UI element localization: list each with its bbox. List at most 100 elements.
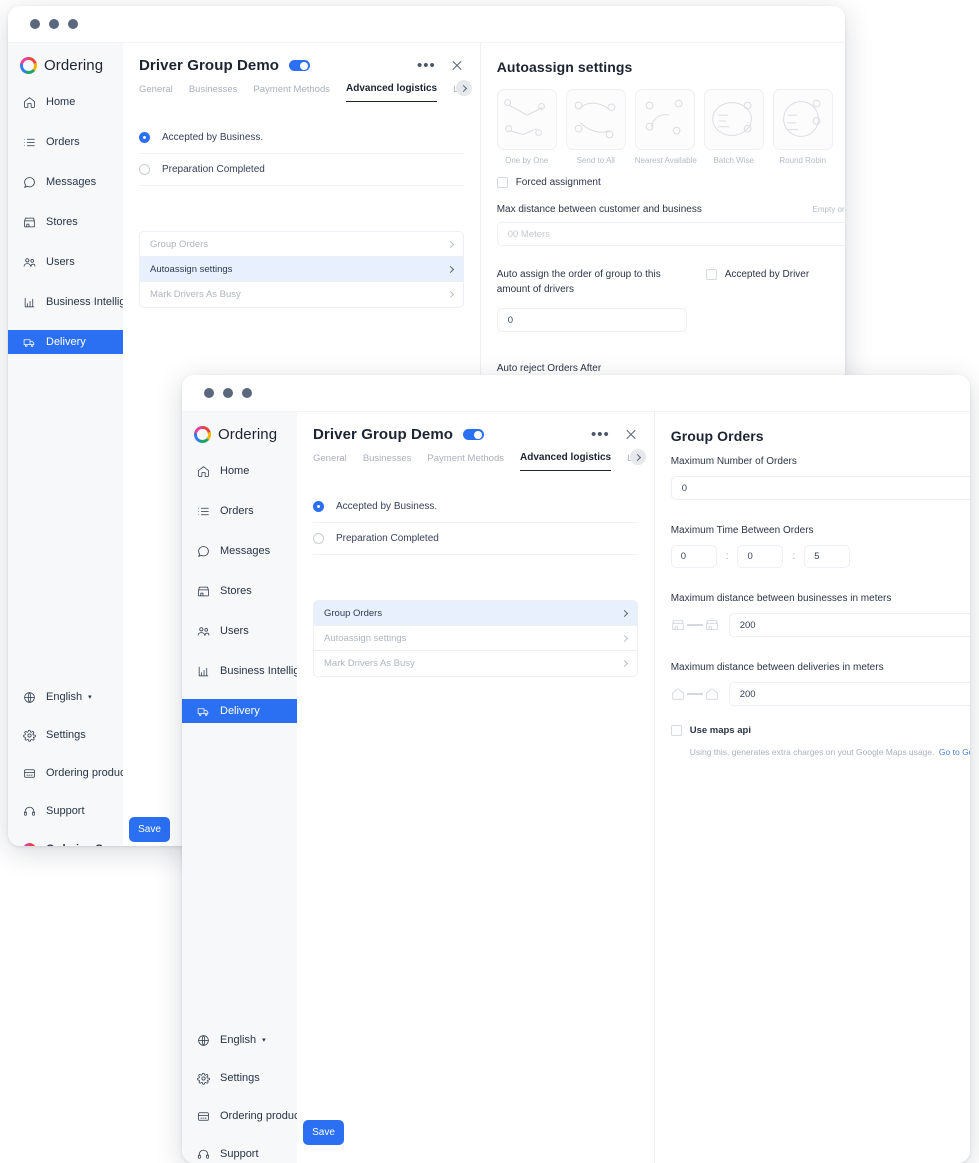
- sidebar-item-settings[interactable]: Settings: [182, 1067, 297, 1089]
- brand-logo: Ordering: [182, 412, 297, 459]
- max-business-distance-field: Maximum distance between businesses in m…: [655, 568, 970, 637]
- sidebar-item-support[interactable]: Support: [182, 1143, 297, 1163]
- sidebar-item-label: Business Intellige: [46, 296, 132, 308]
- link-autoassign-settings[interactable]: Autoassign settings: [314, 626, 637, 651]
- sidebar-item-orders[interactable]: Orders: [8, 130, 123, 154]
- method-round-robin[interactable]: Round Robin: [772, 89, 833, 165]
- close-dot[interactable]: [204, 388, 214, 398]
- sidebar-item-messages[interactable]: Messages: [182, 539, 297, 563]
- link-label: Mark Drivers As Busy: [324, 658, 415, 669]
- sidebar-item-label: Users: [46, 256, 75, 268]
- max-time-seconds-input[interactable]: 5: [804, 545, 851, 568]
- maximize-dot[interactable]: [68, 19, 78, 29]
- checkbox-indicator: [496, 177, 508, 188]
- method-send-to-all[interactable]: Send to All: [565, 89, 626, 165]
- method-nearest-available[interactable]: Nearest Available: [634, 89, 697, 165]
- sidebar-item-delivery[interactable]: Delivery: [8, 330, 123, 354]
- close-dot[interactable]: [30, 19, 40, 29]
- sidebar-item-support[interactable]: Support: [8, 800, 123, 822]
- sidebar-item-language[interactable]: English ▾: [8, 686, 123, 708]
- max-business-distance-input[interactable]: 200: [728, 613, 970, 637]
- users-icon: [196, 624, 210, 638]
- time-separator: :: [725, 551, 729, 562]
- sidebar-item-label: Stores: [46, 216, 78, 228]
- method-one-by-one[interactable]: One by One: [496, 89, 557, 165]
- auto-assign-amount-input[interactable]: 0: [496, 308, 687, 332]
- close-modal-button[interactable]: [450, 59, 464, 73]
- link-mark-drivers-as-busy[interactable]: Mark Drivers As Busy: [140, 282, 463, 307]
- link-label: Mark Drivers As Busy: [150, 289, 241, 300]
- max-distance-input[interactable]: 00 Meters: [496, 222, 845, 246]
- sidebar-item-label: English: [220, 1034, 257, 1046]
- minimize-dot[interactable]: [49, 19, 59, 29]
- link-label: Group Orders: [324, 607, 383, 619]
- titlebar: [182, 375, 970, 412]
- sidebar-item-home[interactable]: Home: [8, 90, 123, 114]
- tab-payment-methods[interactable]: Payment Methods: [427, 453, 504, 471]
- tab-businesses[interactable]: Businesses: [189, 84, 238, 102]
- field-hint: Empty or 0 to disable: [812, 205, 845, 214]
- radio-preparation-completed[interactable]: Preparation Completed: [313, 523, 638, 555]
- sidebar-item-delivery[interactable]: Delivery: [182, 699, 297, 723]
- minimize-dot[interactable]: [223, 388, 233, 398]
- method-batch-wise[interactable]: Batch Wise: [703, 89, 764, 165]
- sidebar-item-home[interactable]: Home: [182, 459, 297, 483]
- sidebar-item-orders[interactable]: Orders: [182, 499, 297, 523]
- use-maps-api-description: Using this, generates extra charges on y…: [689, 746, 935, 757]
- forced-assignment-checkbox[interactable]: Forced assignment: [481, 165, 845, 188]
- sidebar-item-stores[interactable]: Stores: [8, 210, 123, 234]
- google-console-link[interactable]: Go to Google Console: [939, 747, 970, 757]
- max-time-hours-input[interactable]: 0: [670, 545, 717, 568]
- method-label: Batch Wise: [713, 156, 754, 165]
- sidebar-item-ordering-product[interactable]: Ordering product: [8, 762, 129, 784]
- sidebar-item-stores[interactable]: Stores: [182, 579, 297, 603]
- use-maps-api-label: Use maps api: [689, 725, 751, 736]
- close-modal-button[interactable]: [624, 428, 638, 442]
- more-options-button[interactable]: •••: [411, 58, 442, 73]
- maximize-dot[interactable]: [242, 388, 252, 398]
- use-maps-api-section: Use maps api Using this, generates extra…: [655, 706, 970, 764]
- tab-advanced-logistics[interactable]: Advanced logistics: [519, 452, 612, 471]
- sidebar-item-ordering-super[interactable]: Ordering Super: [8, 838, 127, 846]
- tabs-next-icon[interactable]: [629, 449, 646, 465]
- window-icon: [196, 1109, 210, 1123]
- sidebar-item-label: Delivery: [220, 705, 260, 717]
- tab-general[interactable]: General: [313, 453, 347, 471]
- radio-preparation-completed[interactable]: Preparation Completed: [139, 154, 464, 186]
- sidebar-item-settings[interactable]: Settings: [8, 724, 123, 746]
- radio-accepted-by-business[interactable]: Accepted by Business.: [313, 491, 638, 523]
- field-label: Auto reject Orders After: [496, 363, 602, 374]
- max-time-minutes-input[interactable]: 0: [737, 545, 784, 568]
- link-group-orders[interactable]: Group Orders: [140, 232, 463, 257]
- method-custom[interactable]: Custom: [842, 89, 845, 137]
- tabs-next-icon[interactable]: [455, 80, 472, 96]
- tab-advanced-logistics[interactable]: Advanced logistics: [345, 83, 438, 102]
- sidebar-item-ordering-product[interactable]: Ordering product: [182, 1105, 303, 1127]
- sidebar-item-label: Orders: [220, 505, 254, 517]
- link-mark-drivers-as-busy[interactable]: Mark Drivers As Busy: [314, 651, 637, 676]
- link-group-orders[interactable]: Group Orders: [314, 601, 637, 626]
- radio-accepted-by-business[interactable]: Accepted by Business.: [139, 122, 464, 154]
- sidebar-item-business-intelligence[interactable]: Business Intellige: [182, 659, 306, 683]
- use-maps-api-checkbox[interactable]: [670, 725, 682, 736]
- accepted-by-driver-checkbox[interactable]: [705, 269, 717, 280]
- tab-general[interactable]: General: [139, 84, 173, 102]
- sidebar-item-users[interactable]: Users: [8, 250, 123, 274]
- save-button[interactable]: Save: [129, 817, 170, 842]
- link-autoassign-settings[interactable]: Autoassign settings: [140, 257, 463, 282]
- radio-indicator: [139, 132, 150, 143]
- sidebar-item-users[interactable]: Users: [182, 619, 297, 643]
- sidebar-item-business-intelligence[interactable]: Business Intellige: [8, 290, 132, 314]
- max-delivery-distance-input[interactable]: 200: [728, 682, 970, 706]
- group-enabled-toggle[interactable]: [463, 429, 485, 440]
- save-button[interactable]: Save: [303, 1120, 344, 1145]
- ordering-ring-logo: [194, 426, 211, 443]
- sidebar-item-messages[interactable]: Messages: [8, 170, 123, 194]
- method-label: Round Robin: [779, 156, 827, 165]
- tab-payment-methods[interactable]: Payment Methods: [253, 84, 330, 102]
- group-enabled-toggle[interactable]: [289, 60, 311, 71]
- sidebar-item-language[interactable]: English ▾: [182, 1029, 297, 1051]
- tab-businesses[interactable]: Businesses: [363, 453, 412, 471]
- max-number-of-orders-input[interactable]: 0: [670, 476, 970, 500]
- more-options-button[interactable]: •••: [585, 427, 616, 442]
